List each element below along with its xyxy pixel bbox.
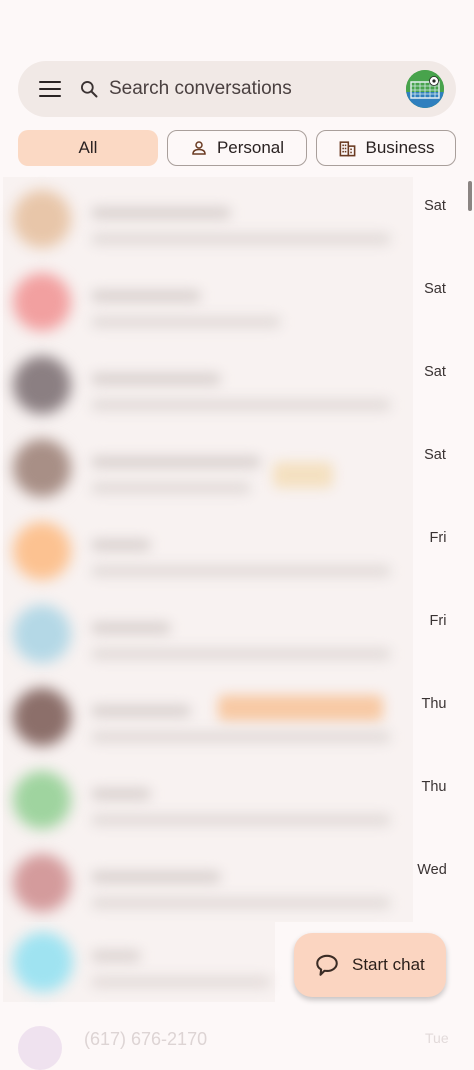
building-icon	[339, 140, 355, 156]
conversation-time: Sat	[424, 447, 446, 463]
conversation-row[interactable]	[3, 675, 413, 758]
filter-chip-all[interactable]: All	[18, 130, 158, 166]
conversation-time: Tue	[425, 1030, 449, 1046]
scrollbar[interactable]	[468, 181, 472, 211]
filter-chip-personal-label: Personal	[216, 138, 285, 157]
conversation-row[interactable]	[3, 509, 413, 592]
conversation-time: Sat	[424, 281, 446, 297]
search-icon	[81, 81, 98, 98]
conversation-time: Wed	[417, 862, 447, 878]
conversation-row[interactable]	[3, 343, 413, 426]
contact-avatar	[13, 522, 71, 580]
filter-chip-business-label: Business	[365, 138, 435, 157]
conversation-time: Sat	[424, 364, 446, 380]
contact-avatar	[13, 273, 71, 331]
avatar-image	[406, 70, 444, 108]
filter-chip-all-label: All	[78, 138, 98, 157]
filter-chips: All Personal Business	[18, 130, 456, 168]
contact-avatar	[13, 688, 71, 746]
account-avatar[interactable]	[406, 70, 444, 108]
conversation-time: Thu	[421, 779, 447, 795]
conversation-list[interactable]	[3, 177, 413, 922]
conversation-row[interactable]	[3, 841, 413, 924]
start-chat-button[interactable]: Start chat	[294, 933, 446, 997]
menu-icon[interactable]	[39, 81, 61, 97]
contact-avatar	[13, 439, 71, 497]
contact-avatar	[13, 771, 71, 829]
contact-avatar	[13, 854, 71, 912]
conversation-row[interactable]	[3, 758, 413, 841]
conversation-time: Fri	[429, 530, 447, 546]
conversation-time: Fri	[429, 613, 447, 629]
contact-phone: (617) 676-2170	[84, 1029, 208, 1049]
conversation-row[interactable]	[3, 177, 413, 260]
conversation-time: Sat	[424, 198, 446, 214]
filter-chip-personal[interactable]: Personal	[167, 130, 307, 166]
conversation-row[interactable]	[3, 922, 275, 1002]
filter-chip-business[interactable]: Business	[316, 130, 456, 166]
contact-avatar	[13, 356, 71, 414]
contact-avatar	[18, 1026, 62, 1070]
conversation-row[interactable]	[3, 426, 413, 509]
conversation-row[interactable]	[3, 260, 413, 343]
search-bar[interactable]	[18, 61, 456, 117]
contact-avatar	[13, 932, 73, 992]
conversation-time: Thu	[421, 696, 447, 712]
search-input[interactable]	[107, 77, 406, 101]
conversation-row[interactable]	[3, 592, 413, 675]
person-icon	[192, 141, 206, 155]
contact-avatar	[13, 190, 71, 248]
contact-avatar	[13, 605, 71, 663]
start-chat-label: Start chat	[352, 955, 425, 974]
conversation-row-partial[interactable]: (617) 676-2170 Tue	[0, 1010, 474, 1070]
chat-bubble-icon	[316, 954, 338, 976]
